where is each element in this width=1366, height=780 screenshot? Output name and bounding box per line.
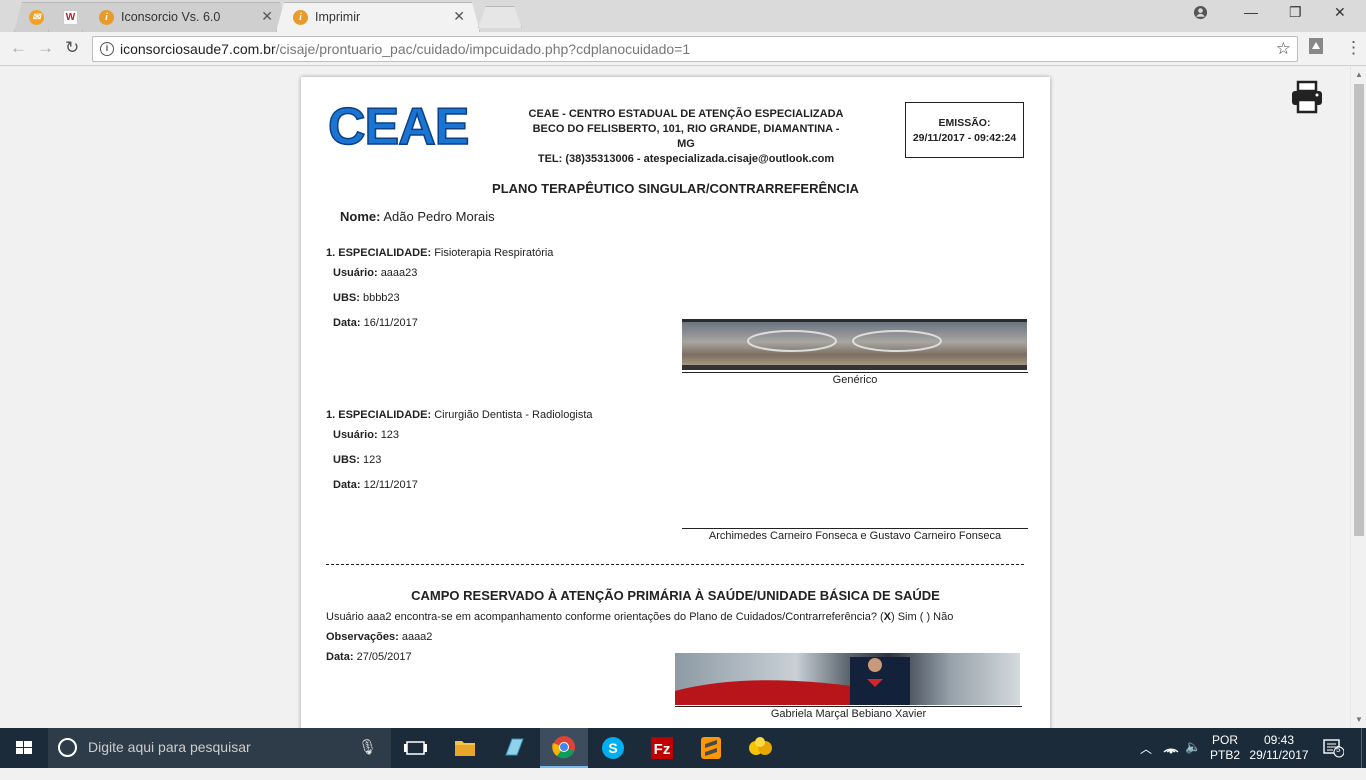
sublime-icon[interactable] — [687, 728, 735, 768]
scrollbar-thumb[interactable] — [1354, 84, 1364, 536]
address-bar[interactable]: i iconsorciosaude7.com.br/cisaje/prontua… — [92, 36, 1298, 62]
language-indicator[interactable]: POR PTB2 — [1208, 733, 1242, 773]
close-icon[interactable]: ✕ — [453, 8, 465, 25]
url-text: iconsorciosaude7.com.br/cisaje/prontuari… — [120, 41, 691, 57]
svg-text:S: S — [608, 740, 617, 756]
ceae-logo: CEAE — [327, 98, 470, 156]
restore-icon[interactable]: ❐ — [1289, 4, 1302, 21]
tab-imprimir[interactable]: i Imprimir ✕ — [276, 2, 480, 32]
app-yellow-icon[interactable] — [736, 728, 784, 768]
patient-name: Nome: Adão Pedro Morais — [340, 209, 495, 224]
signature-image-1 — [682, 319, 1027, 370]
tab-strip: ✉ W i Iconsorcio Vs. 6.0 ✕ i Imprimir ✕ … — [0, 0, 1366, 32]
document-title: PLANO TERAPÊUTICO SINGULAR/CONTRARREFERÊ… — [492, 181, 859, 196]
windows-taskbar: Digite aqui para pesquisar 🎙 S Fz ︿ 🔈 PO… — [0, 728, 1366, 768]
forward-icon[interactable]: → — [37, 38, 54, 58]
ubs-1: UBS: bbbb23 — [333, 292, 400, 304]
org-contact: TEL: (38)35313006 - atespecializada.cisa… — [537, 153, 835, 165]
show-hidden-icons-icon[interactable]: ︿ — [1140, 740, 1152, 780]
profile-icon[interactable] — [1193, 5, 1208, 23]
tab-title: Imprimir — [315, 10, 361, 24]
skype-icon[interactable]: S — [589, 728, 637, 768]
specialty-2: 1. ESPECIALIDADE: Cirurgião Dentista - R… — [326, 409, 593, 421]
cortana-icon — [58, 738, 77, 757]
emission-box: EMISSÃO: 29/11/2017 - 09:42:24 — [905, 102, 1024, 158]
user-2: Usuário: 123 — [333, 429, 400, 441]
notification-count: 5 — [1336, 745, 1341, 754]
orange-icon: ✉ — [29, 10, 44, 25]
signature-name-1: Genérico — [832, 374, 878, 386]
reload-icon[interactable]: ↻ — [65, 38, 79, 58]
tab-title: Iconsorcio Vs. 6.0 — [121, 10, 221, 24]
tab-iconsorcio[interactable]: i Iconsorcio Vs. 6.0 ✕ — [82, 2, 288, 32]
info-icon: i — [99, 10, 114, 25]
section-divider — [326, 564, 1024, 565]
signature-line — [682, 528, 1028, 529]
org-name: CEAE - CENTRO ESTADUAL DE ATENÇÃO ESPECI… — [528, 108, 844, 120]
pdf-extension-icon[interactable] — [1308, 37, 1324, 60]
observations: Observações: aaaa2 — [326, 631, 433, 643]
clock[interactable]: 09:43 29/11/2017 — [1246, 733, 1312, 773]
filezilla-icon[interactable]: Fz — [638, 728, 686, 768]
volume-icon[interactable]: 🔈 — [1185, 739, 1201, 779]
task-view-icon[interactable] — [392, 728, 440, 768]
network-icon[interactable] — [1162, 738, 1180, 778]
new-tab-button[interactable] — [478, 6, 522, 28]
date-1: Data: 16/11/2017 — [333, 317, 418, 329]
w-icon: W — [63, 10, 78, 25]
primary-care-title: CAMPO RESERVADO À ATENÇÃO PRIMÁRIA À SAÚ… — [411, 588, 940, 603]
scroll-up-icon[interactable]: ▲ — [1355, 70, 1363, 79]
svg-text:Fz: Fz — [654, 741, 671, 758]
date-2: Data: 12/11/2017 — [333, 479, 418, 491]
specialty-1: 1. ESPECIALIDADE: Fisioterapia Respirató… — [326, 247, 554, 259]
org-info: CEAE - CENTRO ESTADUAL DE ATENÇÃO ESPECI… — [526, 107, 846, 167]
chrome-icon[interactable] — [540, 728, 588, 768]
signature-name-2: Archimedes Carneiro Fonseca e Gustavo Ca… — [708, 530, 1002, 542]
back-icon[interactable]: ← — [10, 38, 27, 58]
signature-image-2 — [675, 653, 1020, 705]
microphone-icon[interactable]: 🎙 — [358, 738, 377, 756]
print-icon[interactable] — [1290, 80, 1324, 114]
close-icon[interactable]: ✕ — [261, 8, 273, 25]
start-button[interactable] — [0, 728, 48, 768]
show-desktop-button[interactable] — [1361, 728, 1366, 768]
bookmark-star-icon[interactable]: ☆ — [1276, 39, 1291, 59]
primary-signature-name: Gabriela Marçal Bebiano Xavier — [770, 708, 927, 720]
primary-date: Data: 27/05/2017 — [326, 651, 412, 663]
scroll-down-icon[interactable]: ▼ — [1355, 715, 1363, 724]
page-viewport: CEAE CEAE - CENTRO ESTADUAL DE ATENÇÃO E… — [0, 66, 1366, 728]
notification-center-icon[interactable]: 5 — [1322, 738, 1345, 778]
close-window-icon[interactable]: ✕ — [1334, 4, 1346, 21]
user-1: Usuário: aaaa23 — [333, 267, 418, 279]
signature-line — [682, 372, 1028, 373]
primary-care-question: Usuário aaa2 encontra-se em acompanhamen… — [326, 611, 954, 623]
org-address: BECO DO FELISBERTO, 101, RIO GRANDE, DIA… — [532, 123, 840, 150]
taskbar-search[interactable]: Digite aqui para pesquisar 🎙 — [48, 728, 392, 768]
ubs-2: UBS: 123 — [333, 454, 382, 466]
info-icon: i — [293, 10, 308, 25]
minimize-icon[interactable]: — — [1244, 4, 1258, 20]
browser-toolbar: ← → ↻ i iconsorciosaude7.com.br/cisaje/p… — [0, 32, 1366, 66]
app-icon[interactable] — [490, 728, 538, 768]
info-icon[interactable]: i — [100, 42, 114, 56]
file-explorer-icon[interactable] — [441, 728, 489, 768]
signature-line — [675, 706, 1022, 707]
menu-icon[interactable]: ⋮ — [1345, 38, 1362, 58]
vertical-scrollbar[interactable]: ▲ ▼ — [1350, 66, 1366, 728]
document-page: CEAE CEAE - CENTRO ESTADUAL DE ATENÇÃO E… — [301, 77, 1050, 728]
search-placeholder: Digite aqui para pesquisar — [88, 739, 251, 755]
